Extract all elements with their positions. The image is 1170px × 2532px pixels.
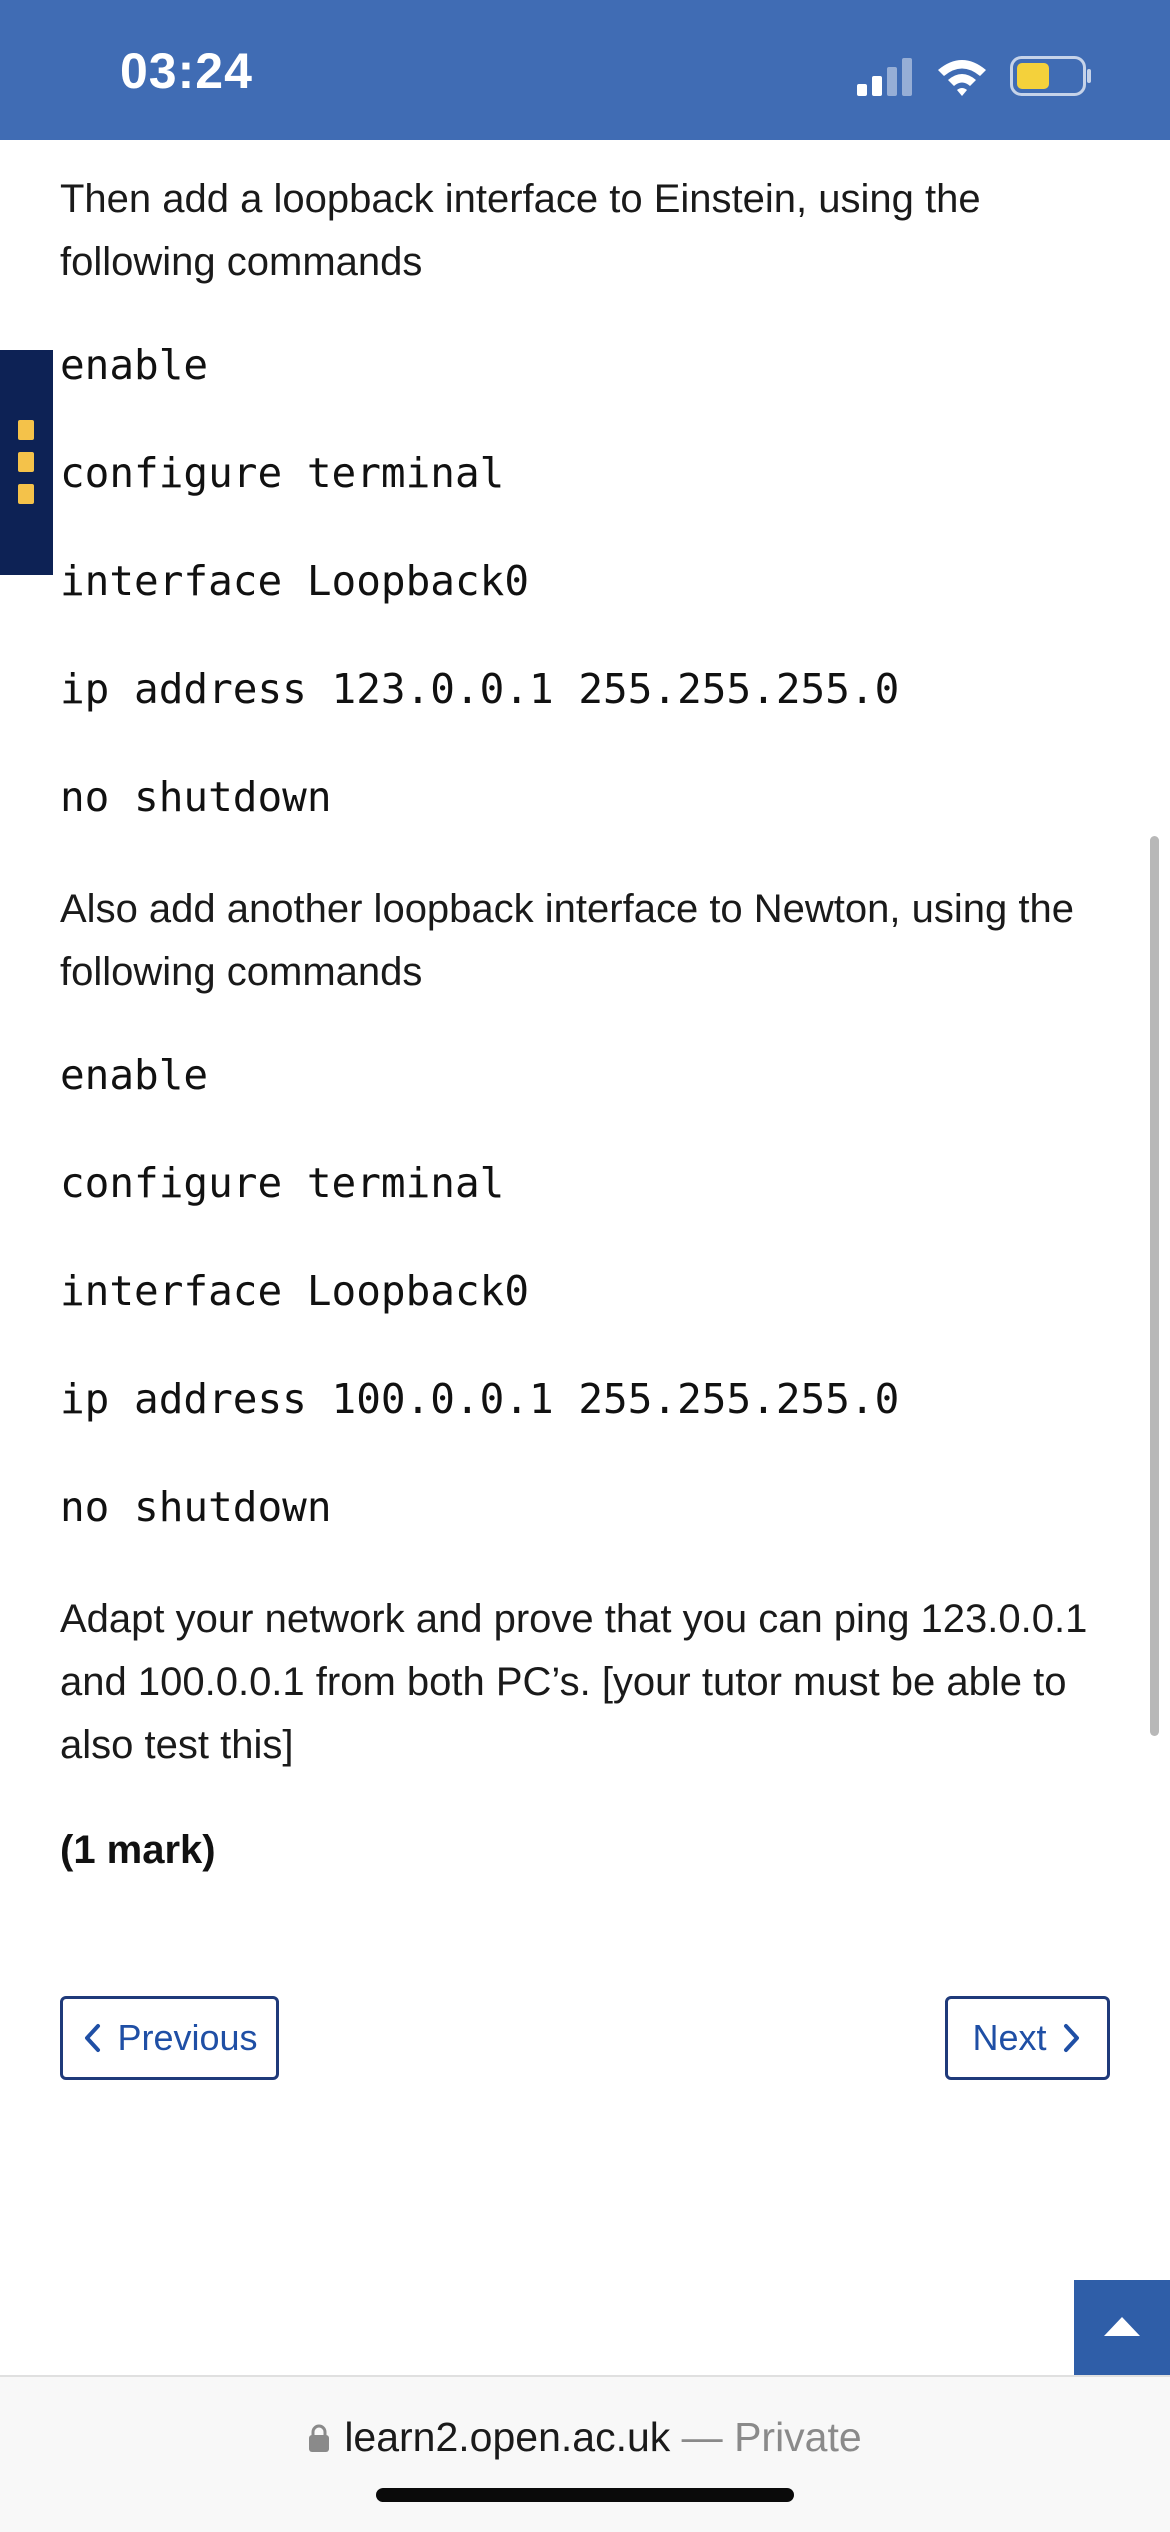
cellular-signal-icon	[857, 58, 912, 96]
back-to-top-button[interactable]	[1074, 2280, 1170, 2375]
chevron-left-icon	[85, 2024, 101, 2052]
status-time: 03:24	[120, 43, 253, 99]
caret-up-icon	[1104, 2317, 1140, 2336]
address-row[interactable]: learn2.open.ac.uk — Private	[0, 2414, 1170, 2461]
url-separator: —	[670, 2414, 735, 2460]
browser-address-bar[interactable]: learn2.open.ac.uk — Private	[0, 2375, 1170, 2532]
einstein-command: interface Loopback0	[60, 557, 529, 605]
task-text: Adapt your network and prove that you ca…	[60, 1597, 1088, 1767]
newton-command: ip address 100.0.0.1 255.255.255.0	[60, 1375, 900, 1423]
newton-command: interface Loopback0	[60, 1267, 529, 1315]
mark-label: (1 mark)	[60, 1828, 216, 1872]
battery-icon	[1010, 56, 1091, 96]
lock-icon	[309, 2424, 330, 2452]
newton-command: enable	[60, 1051, 209, 1099]
next-button[interactable]: Next	[945, 1996, 1110, 2080]
einstein-command: configure terminal	[60, 449, 505, 497]
previous-button[interactable]: Previous	[60, 1996, 279, 2080]
next-button-label: Next	[972, 2017, 1047, 2058]
menu-dot-icon	[18, 452, 34, 472]
chevron-right-icon	[1063, 2024, 1079, 2052]
drawer-toggle-tab[interactable]	[0, 350, 53, 575]
status-bar: 03:24	[0, 0, 1170, 140]
wifi-icon	[938, 60, 986, 96]
menu-dot-icon	[18, 484, 34, 504]
url-domain: learn2.open.ac.uk	[344, 2414, 671, 2460]
scrollbar-thumb[interactable]	[1150, 836, 1159, 1736]
newton-command: no shutdown	[60, 1483, 332, 1531]
einstein-command: no shutdown	[60, 773, 332, 821]
einstein-command: ip address 123.0.0.1 255.255.255.0	[60, 665, 900, 713]
intro-newton-text: Also add another loopback interface to N…	[60, 887, 1074, 994]
menu-dot-icon	[18, 420, 34, 440]
einstein-command: enable	[60, 341, 209, 389]
previous-button-label: Previous	[117, 2017, 258, 2058]
home-indicator[interactable]	[376, 2488, 794, 2502]
intro-einstein-text: Then add a loopback interface to Einstei…	[60, 177, 981, 284]
newton-command: configure terminal	[60, 1159, 505, 1207]
privacy-label: Private	[734, 2414, 862, 2460]
